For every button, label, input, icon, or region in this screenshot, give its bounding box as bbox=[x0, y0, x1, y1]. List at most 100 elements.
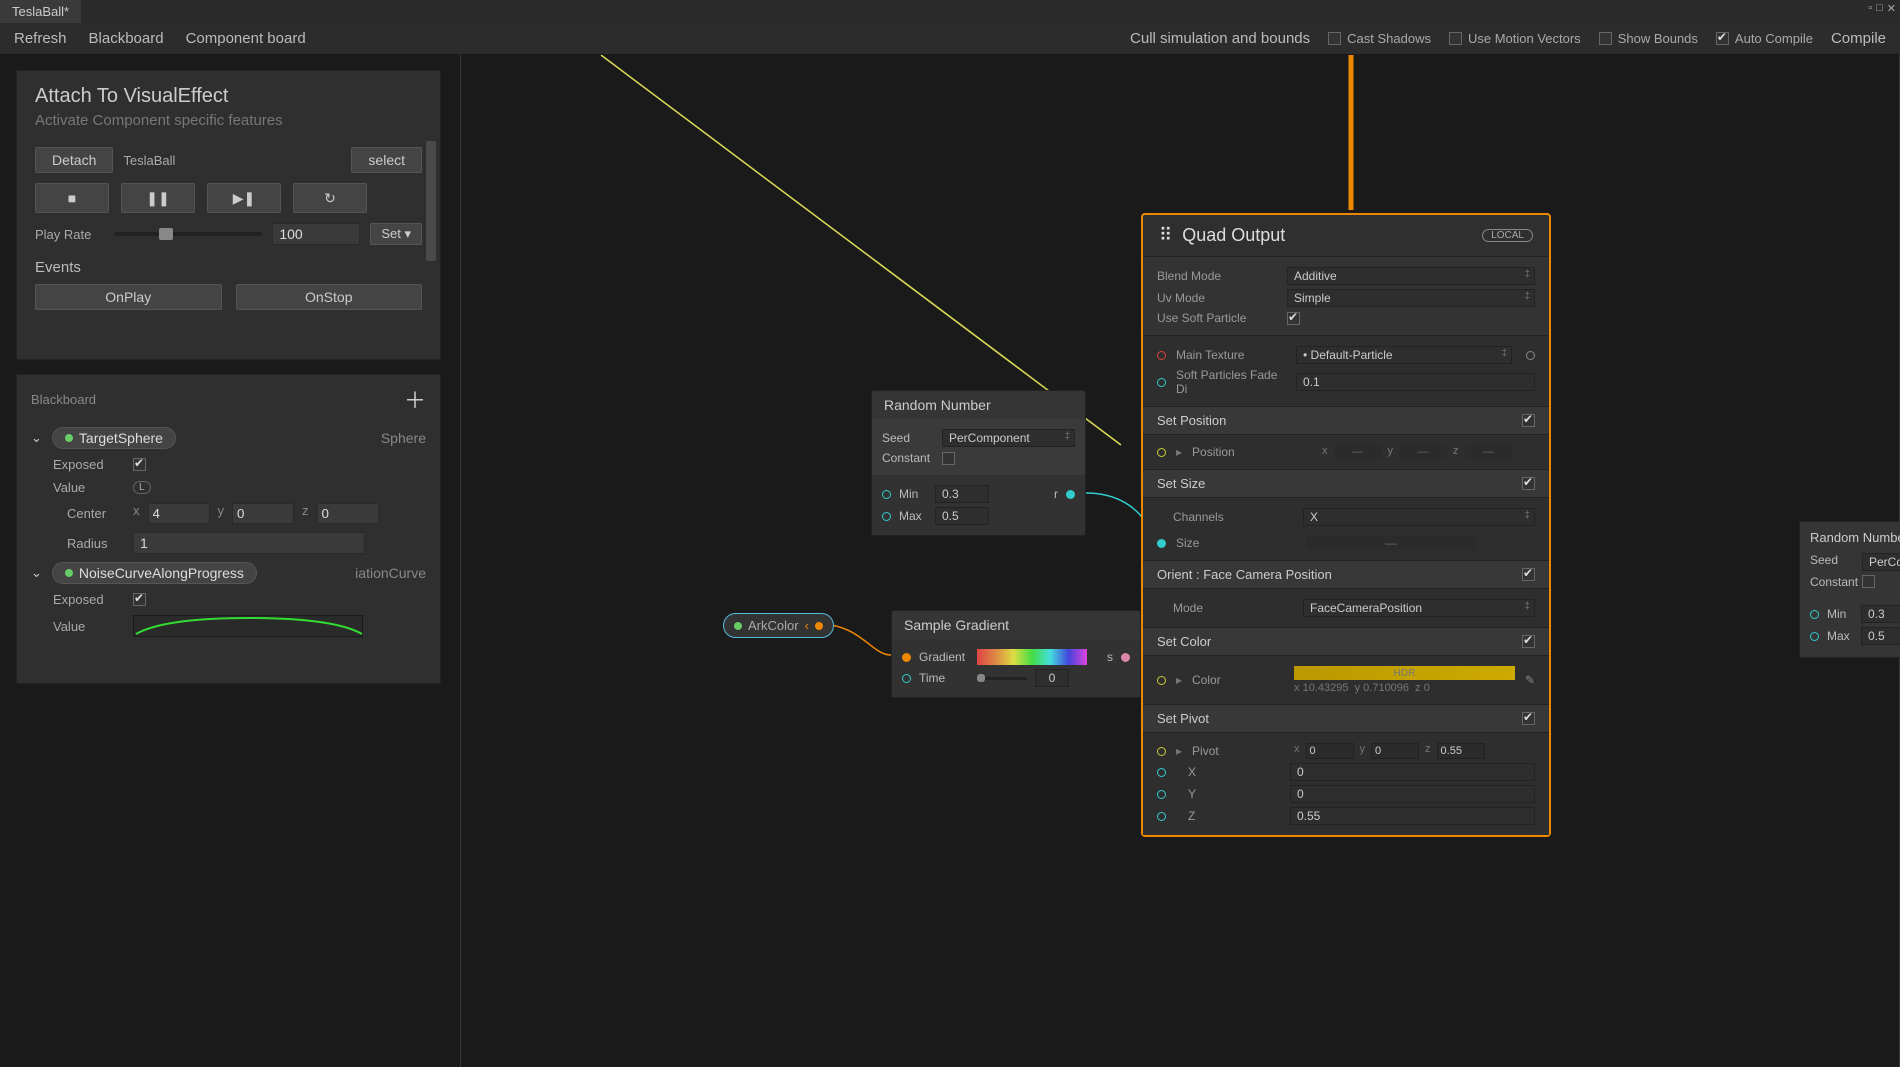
output-port[interactable] bbox=[1066, 490, 1075, 499]
expand-toggle[interactable]: ⌄ bbox=[31, 430, 42, 446]
constant-checkbox[interactable] bbox=[942, 452, 955, 465]
document-tab[interactable]: TeslaBall* bbox=[0, 0, 81, 23]
input-port[interactable] bbox=[902, 674, 911, 683]
node-title: Random Number bbox=[872, 391, 1085, 419]
input-port[interactable] bbox=[1157, 676, 1166, 685]
block-enable-checkbox[interactable] bbox=[1522, 635, 1535, 648]
input-port[interactable] bbox=[882, 490, 891, 499]
auto-compile-toggle[interactable]: Auto Compile bbox=[1716, 31, 1813, 46]
window-lock-icon[interactable]: ▫ bbox=[1868, 2, 1872, 15]
seed-dropdown[interactable]: PerCompo bbox=[1862, 553, 1900, 571]
compile-button[interactable]: Compile bbox=[1831, 30, 1886, 47]
input-port[interactable] bbox=[1157, 747, 1166, 756]
input-port[interactable] bbox=[1157, 351, 1166, 360]
events-label: Events bbox=[35, 259, 422, 276]
input-port[interactable] bbox=[1157, 812, 1166, 821]
blackboard-button[interactable]: Blackboard bbox=[89, 30, 164, 47]
input-port[interactable] bbox=[1810, 610, 1819, 619]
min-field[interactable] bbox=[935, 485, 989, 503]
select-button[interactable]: select bbox=[351, 147, 422, 173]
param-dot-icon bbox=[65, 569, 73, 577]
gradient-field[interactable] bbox=[977, 649, 1087, 665]
parameter-pill-targetsphere[interactable]: TargetSphere bbox=[52, 427, 176, 449]
window-close-icon[interactable]: ✕ bbox=[1887, 2, 1896, 15]
blend-mode-dropdown[interactable]: Additive bbox=[1287, 267, 1535, 285]
node-random-number-2[interactable]: Random Number SeedPerCompo Constant Min … bbox=[1799, 521, 1900, 658]
time-slider[interactable] bbox=[977, 677, 1027, 680]
constant-checkbox[interactable] bbox=[1862, 575, 1875, 588]
block-enable-checkbox[interactable] bbox=[1522, 414, 1535, 427]
node-arkcolor[interactable]: ArkColor ‹ bbox=[723, 613, 834, 638]
detach-button[interactable]: Detach bbox=[35, 147, 113, 173]
min-field[interactable] bbox=[1861, 605, 1900, 623]
set-rate-button[interactable]: Set ▾ bbox=[370, 223, 422, 245]
center-x-field[interactable] bbox=[148, 503, 210, 524]
output-port[interactable] bbox=[815, 622, 823, 630]
object-picker-icon[interactable] bbox=[1526, 351, 1535, 360]
block-enable-checkbox[interactable] bbox=[1522, 568, 1535, 581]
seed-dropdown[interactable]: PerComponent bbox=[942, 429, 1075, 447]
value-label: Value bbox=[53, 619, 123, 634]
node-random-number[interactable]: Random Number SeedPerComponent Constant … bbox=[871, 390, 1086, 536]
main-texture-field[interactable]: • Default-Particle bbox=[1296, 346, 1512, 364]
soft-fade-field[interactable] bbox=[1296, 373, 1535, 391]
param-dot-icon bbox=[65, 434, 73, 442]
block-enable-checkbox[interactable] bbox=[1522, 712, 1535, 725]
radius-field[interactable] bbox=[133, 532, 365, 554]
exposed-checkbox[interactable] bbox=[133, 458, 146, 471]
eyedropper-icon[interactable]: ✎ bbox=[1525, 673, 1535, 687]
output-port[interactable] bbox=[1121, 653, 1130, 662]
input-port[interactable] bbox=[1157, 378, 1166, 387]
pivot-x-component[interactable] bbox=[1290, 763, 1535, 781]
refresh-button[interactable]: Refresh bbox=[14, 30, 67, 47]
orient-mode-dropdown[interactable]: FaceCameraPosition bbox=[1303, 599, 1535, 617]
pivot-y-field[interactable] bbox=[1371, 743, 1419, 759]
pivot-z-component[interactable] bbox=[1290, 807, 1535, 825]
expand-toggle[interactable]: ⌄ bbox=[31, 565, 42, 581]
max-field[interactable] bbox=[935, 507, 989, 525]
color-field[interactable]: HDR bbox=[1294, 666, 1515, 680]
use-soft-checkbox[interactable] bbox=[1287, 312, 1300, 325]
parameter-type: iationCurve bbox=[355, 565, 426, 581]
use-motion-vectors-toggle[interactable]: Use Motion Vectors bbox=[1449, 31, 1581, 46]
node-sample-gradient[interactable]: Sample Gradient Gradient s Time bbox=[891, 610, 1141, 698]
input-port[interactable] bbox=[902, 653, 911, 662]
onplay-button[interactable]: OnPlay bbox=[35, 284, 222, 310]
pivot-y-component[interactable] bbox=[1290, 785, 1535, 803]
curve-field[interactable] bbox=[133, 615, 363, 637]
cast-shadows-toggle[interactable]: Cast Shadows bbox=[1328, 31, 1431, 46]
input-port[interactable] bbox=[882, 512, 891, 521]
node-quad-output[interactable]: ⠿ Quad Output LOCAL Blend ModeAdditive U… bbox=[1141, 213, 1551, 837]
input-port[interactable] bbox=[1157, 768, 1166, 777]
parameter-pill-noisecurve[interactable]: NoiseCurveAlongProgress bbox=[52, 562, 257, 584]
uv-mode-dropdown[interactable]: Simple bbox=[1287, 289, 1535, 307]
center-z-field[interactable] bbox=[317, 503, 379, 524]
play-rate-slider[interactable] bbox=[115, 232, 262, 236]
stop-button[interactable]: ■ bbox=[35, 183, 109, 213]
pause-button[interactable]: ❚❚ bbox=[121, 183, 195, 213]
show-bounds-toggle[interactable]: Show Bounds bbox=[1599, 31, 1698, 46]
input-port[interactable] bbox=[1810, 632, 1819, 641]
channels-dropdown[interactable]: X bbox=[1303, 508, 1535, 526]
pivot-x-field[interactable] bbox=[1306, 743, 1354, 759]
center-y-field[interactable] bbox=[232, 503, 294, 524]
max-field[interactable] bbox=[1861, 627, 1900, 645]
restart-button[interactable]: ↻ bbox=[293, 183, 367, 213]
component-board-button[interactable]: Component board bbox=[186, 30, 306, 47]
pivot-z-field[interactable] bbox=[1437, 743, 1485, 759]
graph-canvas[interactable]: Random Number SeedPerComponent Constant … bbox=[460, 55, 1900, 1067]
block-enable-checkbox[interactable] bbox=[1522, 477, 1535, 490]
add-parameter-button[interactable]: ＋ bbox=[404, 383, 426, 415]
window-maximize-icon[interactable]: □ bbox=[1876, 2, 1883, 15]
input-port[interactable] bbox=[1157, 448, 1166, 457]
play-rate-field[interactable] bbox=[272, 223, 360, 245]
time-field[interactable] bbox=[1035, 669, 1069, 687]
onstop-button[interactable]: OnStop bbox=[236, 284, 423, 310]
step-button[interactable]: ▶❚ bbox=[207, 183, 281, 213]
center-label: Center bbox=[67, 506, 123, 521]
scrollbar[interactable] bbox=[426, 141, 436, 261]
input-port[interactable] bbox=[1157, 790, 1166, 799]
exposed-checkbox[interactable] bbox=[133, 593, 146, 606]
cull-button[interactable]: Cull simulation and bounds bbox=[1130, 30, 1310, 47]
input-port[interactable] bbox=[1157, 539, 1166, 548]
